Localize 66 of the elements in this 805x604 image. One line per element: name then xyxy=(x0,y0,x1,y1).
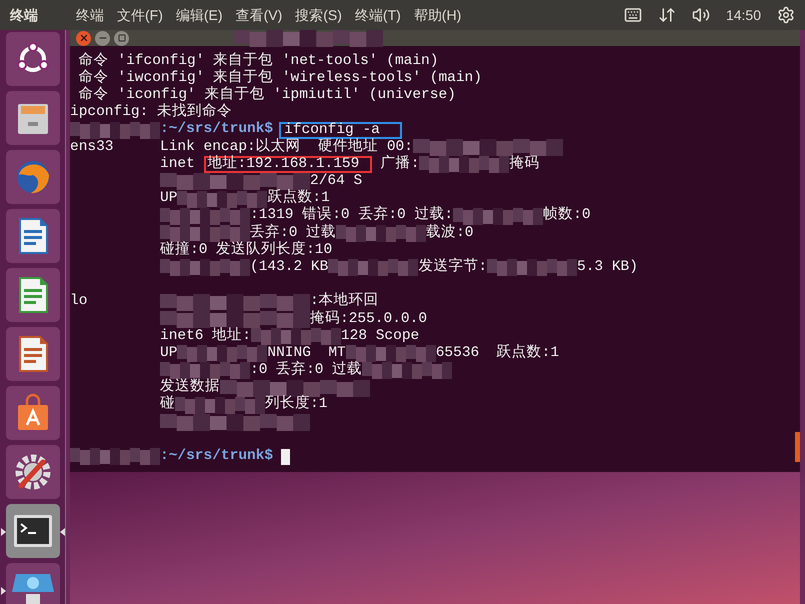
launcher-item[interactable] xyxy=(6,445,60,499)
terminal-text: 碰 xyxy=(160,394,175,414)
terminal-text: 65536 跃点数:1 xyxy=(436,343,560,363)
terminal-text: 载波:0 xyxy=(426,223,474,243)
terminal-text: inet6 地址: xyxy=(160,326,251,346)
network-icon[interactable] xyxy=(658,6,676,24)
terminal-text: UP xyxy=(160,344,178,363)
highlighted-text: 地址:192.168.1.159 xyxy=(204,156,372,174)
terminal-text: 2/64 S xyxy=(310,172,362,190)
launcher-item[interactable] xyxy=(6,327,60,381)
maximize-button[interactable] xyxy=(114,30,129,46)
terminal-text: 掩码:255.0.0.0 xyxy=(310,309,428,329)
gear-wrench-icon xyxy=(12,452,52,492)
terminal-text: 跃点数:1 xyxy=(267,188,330,206)
launcher-item[interactable] xyxy=(6,504,60,558)
interface-name: ens33 xyxy=(70,138,114,155)
prompt-path: :~/srs/trunk$ xyxy=(160,120,274,138)
terminal-text: (143.2 KB xyxy=(250,258,328,277)
terminal-text: 列长度:1 xyxy=(265,394,328,414)
workspace-switcher-icon xyxy=(10,572,56,604)
terminal-text: inet xyxy=(160,154,196,174)
terminal-text: 命令 'ifconfig' 来自于包 'net-tools' (main) xyxy=(78,51,438,69)
interface-name: lo xyxy=(70,293,88,310)
menu-item[interactable]: 终端 xyxy=(76,4,104,26)
terminal-text: ipconfig: 未找到命令 xyxy=(70,102,232,121)
terminal-text: :1319 错误:0 丢弃:0 过载: xyxy=(250,205,454,224)
terminal-text: 命令 'iwconfig' 来自于包 'wireless-tools' (main) xyxy=(78,68,482,86)
menu-item[interactable]: 搜索(S) xyxy=(295,4,342,26)
terminal-text: Link encap:以太网 硬件地址 00: xyxy=(160,137,413,155)
menu-item[interactable]: 编辑(E) xyxy=(176,4,223,26)
terminal-text: NNING MT xyxy=(267,344,346,361)
terminal-text: 碰撞:0 发送队列长度:10 xyxy=(160,240,332,260)
scrollbar-thumb[interactable] xyxy=(795,432,800,462)
maximize-icon xyxy=(118,34,126,42)
menu-item[interactable]: 文件(F) xyxy=(117,4,163,26)
launcher-item[interactable] xyxy=(6,91,60,145)
prompt-path: :~/srs/trunk$ xyxy=(160,447,274,466)
terminal-text: :0 丢弃:0 过载 xyxy=(250,360,362,380)
terminal-text: 掩码 xyxy=(509,154,540,174)
keyboard-icon[interactable] xyxy=(624,6,642,24)
terminal-text: 广播: xyxy=(380,154,420,174)
launcher-item[interactable] xyxy=(6,209,60,263)
terminal-text: 发送字节: xyxy=(418,256,488,277)
terminal-text: 丢弃:0 过载 xyxy=(250,222,336,241)
menu-item[interactable]: 终端(T) xyxy=(354,4,401,26)
close-button[interactable] xyxy=(76,30,91,46)
menu-item[interactable]: 查看(V) xyxy=(236,4,282,26)
launcher-item[interactable] xyxy=(6,268,60,322)
highlighted-command: ifconfig -a xyxy=(279,122,402,139)
minimize-button[interactable] xyxy=(95,30,110,46)
close-icon xyxy=(78,33,88,43)
terminal-text: 128 Scope xyxy=(340,326,420,346)
terminal-text: 帧数:0 xyxy=(543,205,591,226)
settings-icon[interactable] xyxy=(777,6,795,24)
clock[interactable]: 14:50 xyxy=(726,4,761,26)
menu-item[interactable]: 帮助(H) xyxy=(414,4,462,26)
app-name: 终端 xyxy=(10,6,39,24)
terminal-text: :本地环回 xyxy=(310,291,379,310)
terminal-text: 5.3 KB) xyxy=(577,258,638,277)
launcher-item[interactable] xyxy=(6,32,60,86)
launcher-item[interactable] xyxy=(6,386,60,440)
terminal-text: 命令 'iconfig' 来自于包 'ipmiutil' (universe) xyxy=(78,85,456,104)
launcher-item[interactable] xyxy=(6,563,60,604)
volume-icon[interactable] xyxy=(692,6,710,24)
terminal-text: UP xyxy=(160,189,178,208)
terminal-text: 发送数据 xyxy=(160,377,220,396)
